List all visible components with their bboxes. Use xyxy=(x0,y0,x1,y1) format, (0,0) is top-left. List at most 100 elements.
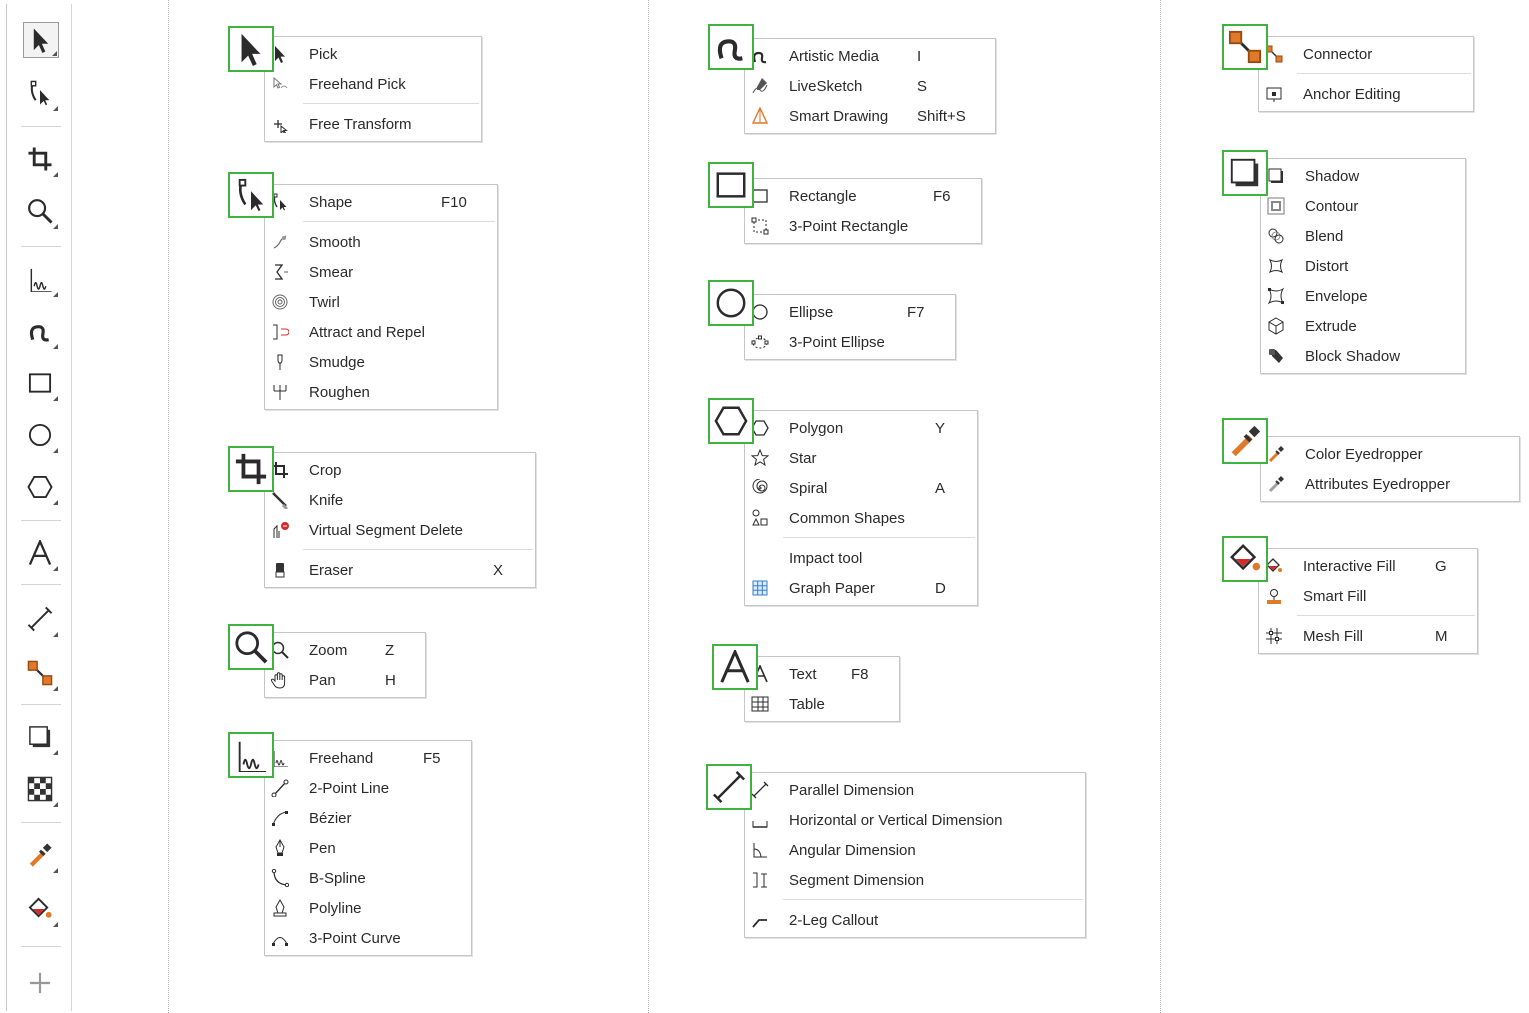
menu-item-smart-drawing[interactable]: Smart Drawing Shift+S xyxy=(745,101,995,131)
toolbox-button-crop-tool[interactable] xyxy=(23,142,59,178)
menu-item-distort[interactable]: Distort xyxy=(1261,251,1465,281)
menu-item-star[interactable]: Star xyxy=(745,443,977,473)
toolbox-button-shape-tool[interactable] xyxy=(23,76,59,112)
menu-item-pan[interactable]: Pan H xyxy=(265,665,425,695)
menu-item-attract-repel[interactable]: Attract and Repel xyxy=(265,317,497,347)
toolbox-button-polygon-tool[interactable] xyxy=(23,470,59,506)
menu-item-interactive-fill[interactable]: Interactive Fill G xyxy=(1259,551,1477,581)
flyout-anchor-effects[interactable] xyxy=(1222,150,1268,196)
menu-item-shortcut: F7 xyxy=(907,304,925,321)
menu-item-extrude[interactable]: Extrude xyxy=(1261,311,1465,341)
flyout-anchor-connector[interactable] xyxy=(1222,24,1268,70)
menu-item-bezier[interactable]: Bézier xyxy=(265,803,471,833)
toolbox-button-ellipse-tool[interactable] xyxy=(23,418,59,454)
menu-item-zoom[interactable]: Zoom Z xyxy=(265,635,425,665)
menu-item-common-shapes[interactable]: Common Shapes xyxy=(745,503,977,533)
menu-item-roughen[interactable]: Roughen xyxy=(265,377,497,407)
menu-item-shape[interactable]: Shape F10 xyxy=(265,187,497,217)
toolbox-button-transparency-tool[interactable] xyxy=(23,772,59,808)
flyout-anchor-freehand[interactable] xyxy=(228,732,274,778)
menu-item-freehand-pick[interactable]: Freehand Pick xyxy=(265,69,481,99)
menu-item-segment-dimension[interactable]: Segment Dimension xyxy=(745,865,1085,895)
menu-item-label: Virtual Segment Delete xyxy=(309,522,463,539)
flyout-indicator-icon xyxy=(53,500,58,505)
menu-item-artistic-media[interactable]: Artistic Media I xyxy=(745,41,995,71)
menu-item-label: Twirl xyxy=(309,294,340,311)
menu-item-b-spline[interactable]: B-Spline xyxy=(265,863,471,893)
extrude-icon xyxy=(1267,317,1285,335)
menu-item-twirl[interactable]: Twirl xyxy=(265,287,497,317)
menu-item-parallel-dimension[interactable]: Parallel Dimension xyxy=(745,775,1085,805)
flyout-anchor-zoom[interactable] xyxy=(228,624,274,670)
menu-item-smart-fill[interactable]: Smart Fill xyxy=(1259,581,1477,611)
menu-item-freehand[interactable]: Freehand F5 xyxy=(265,743,471,773)
toolbox-button-eyedropper-tool[interactable] xyxy=(23,838,59,874)
flyout-anchor-polygon[interactable] xyxy=(708,398,754,444)
flyout-anchor-dimension[interactable] xyxy=(706,764,752,810)
menu-item-crop[interactable]: Crop xyxy=(265,455,535,485)
menu-item-block-shadow[interactable]: Block Shadow xyxy=(1261,341,1465,371)
menu-item-contour[interactable]: Contour xyxy=(1261,191,1465,221)
menu-item-three-point-curve[interactable]: 3-Point Curve xyxy=(265,923,471,953)
flyout-anchor-pick[interactable] xyxy=(228,26,274,72)
menu-item-text[interactable]: Text F8 xyxy=(745,659,899,689)
menu-item-knife[interactable]: Knife xyxy=(265,485,535,515)
menu-item-free-transform[interactable]: Free Transform xyxy=(265,109,481,139)
toolbox-button-zoom-tool[interactable] xyxy=(23,194,59,230)
menu-item-pick[interactable]: Pick xyxy=(265,39,481,69)
toolbox-button-add-tool[interactable] xyxy=(23,966,59,1002)
menu-item-polygon[interactable]: Polygon Y xyxy=(745,413,977,443)
flyout-anchor-fill[interactable] xyxy=(1222,536,1268,582)
menu-item-table[interactable]: Table xyxy=(745,689,899,719)
toolbox-button-freehand-tool[interactable] xyxy=(23,262,59,298)
menu-item-smear[interactable]: Smear xyxy=(265,257,497,287)
menu-item-connector[interactable]: Connector xyxy=(1259,39,1473,69)
menu-item-attributes-eyedropper[interactable]: Attributes Eyedropper xyxy=(1261,469,1519,499)
menu-item-envelope[interactable]: Envelope xyxy=(1261,281,1465,311)
toolbox-button-shadow-tool[interactable] xyxy=(23,720,59,756)
flyout-anchor-eyedropper[interactable] xyxy=(1222,418,1268,464)
menu-item-spiral[interactable]: Spiral A xyxy=(745,473,977,503)
menu-item-shadow[interactable]: Shadow xyxy=(1261,161,1465,191)
menu-item-color-eyedropper[interactable]: Color Eyedropper xyxy=(1261,439,1519,469)
column-separator xyxy=(1160,0,1161,1013)
menu-item-label: Impact tool xyxy=(789,550,863,567)
menu-item-smooth[interactable]: Smooth xyxy=(265,227,497,257)
menu-item-polyline[interactable]: Polyline xyxy=(265,893,471,923)
flyout-anchor-artistic[interactable] xyxy=(708,24,754,70)
toolbox-button-pick-tool[interactable] xyxy=(23,22,59,58)
toolbox-button-text-tool[interactable] xyxy=(23,536,59,572)
menu-item-smudge[interactable]: Smudge xyxy=(265,347,497,377)
menu-item-three-point-rectangle[interactable]: 3-Point Rectangle xyxy=(745,211,981,241)
menu-item-graph-paper[interactable]: Graph Paper D xyxy=(745,573,977,603)
menu-item-label: Extrude xyxy=(1305,318,1357,335)
menu-item-anchor-editing[interactable]: Anchor Editing xyxy=(1259,79,1473,109)
menu-item-three-point-ellipse[interactable]: 3-Point Ellipse xyxy=(745,327,955,357)
menu-item-rectangle[interactable]: Rectangle F6 xyxy=(745,181,981,211)
menu-item-horizontal-vertical-dimension[interactable]: Horizontal or Vertical Dimension xyxy=(745,805,1085,835)
toolbox-button-parallel-dimension-tool[interactable] xyxy=(23,602,59,638)
toolbox-button-connector-tool[interactable] xyxy=(23,656,59,692)
menu-item-eraser[interactable]: Eraser X xyxy=(265,555,535,585)
menu-item-angular-dimension[interactable]: Angular Dimension xyxy=(745,835,1085,865)
menu-item-two-leg-callout[interactable]: 2-Leg Callout xyxy=(745,905,1085,935)
star-icon xyxy=(750,448,770,467)
menu-item-blend[interactable]: Blend xyxy=(1261,221,1465,251)
menu-item-two-point-line[interactable]: 2-Point Line xyxy=(265,773,471,803)
flyout-anchor-crop[interactable] xyxy=(228,446,274,492)
menu-item-pen[interactable]: Pen xyxy=(265,833,471,863)
flyout-anchor-ellipse[interactable] xyxy=(708,280,754,326)
menu-item-impact-tool[interactable]: Impact tool xyxy=(745,543,977,573)
flyout-anchor-text[interactable] xyxy=(712,644,758,690)
toolbox-button-artistic-media-tool[interactable] xyxy=(23,314,59,350)
menu-item-label: Spiral xyxy=(789,480,828,497)
menu-item-mesh-fill[interactable]: Mesh Fill M xyxy=(1259,621,1477,651)
flyout-anchor-rectangle[interactable] xyxy=(708,162,754,208)
toolbox-button-interactive-fill-tool[interactable] xyxy=(23,892,59,928)
menu-item-virtual-segment-delete[interactable]: Virtual Segment Delete xyxy=(265,515,535,545)
toolbox-button-rectangle-tool[interactable] xyxy=(23,366,59,402)
toolbox-separator xyxy=(21,246,61,247)
menu-item-ellipse[interactable]: Ellipse F7 xyxy=(745,297,955,327)
menu-item-livesketch[interactable]: LiveSketch S xyxy=(745,71,995,101)
flyout-anchor-shape[interactable] xyxy=(228,172,274,218)
